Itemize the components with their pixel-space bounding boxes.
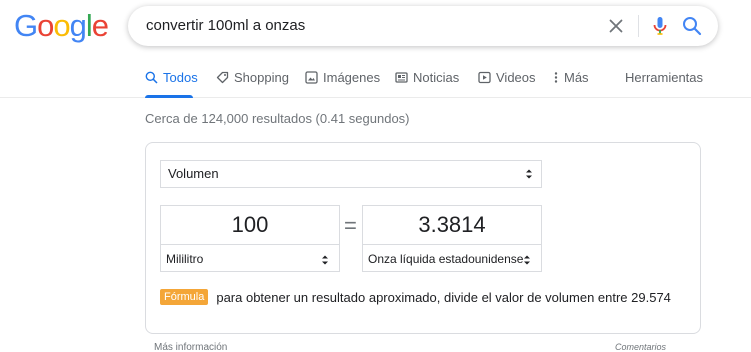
- unit-converter-card: Volumen 100 Mililitro = 3.3814 Onza líqu…: [145, 142, 701, 334]
- search-icon: [145, 71, 158, 84]
- tab-label: Todos: [163, 70, 198, 85]
- search-button[interactable]: [681, 15, 703, 37]
- search-tabs: Todos Shopping Imágenes Noticias Videos …: [0, 64, 751, 98]
- logo-letter: o: [37, 8, 54, 43]
- result-stats: Cerca de 124,000 resultados (0.41 segund…: [145, 111, 410, 126]
- search-icon: [683, 17, 702, 36]
- tab-label: Imágenes: [323, 70, 381, 85]
- tools-label: Herramientas: [625, 70, 704, 85]
- more-info-link[interactable]: Más información: [154, 342, 227, 352]
- from-unit-box: 100 Mililitro: [160, 205, 340, 272]
- news-icon: [395, 72, 408, 83]
- tab-imagenes[interactable]: Imágenes: [305, 70, 380, 85]
- to-unit-select[interactable]: Onza líquida estadounidense: [363, 244, 541, 273]
- tab-todos[interactable]: Todos: [145, 70, 198, 85]
- tab-label: Videos: [496, 70, 536, 85]
- logo-letter: o: [53, 8, 70, 43]
- search-input[interactable]: [146, 6, 586, 46]
- select-arrows-icon: [322, 255, 328, 265]
- tab-noticias[interactable]: Noticias: [395, 70, 459, 85]
- tab-shopping[interactable]: Shopping: [216, 70, 289, 85]
- tab-mas[interactable]: Más: [553, 70, 589, 85]
- tab-label: Más: [564, 70, 589, 85]
- logo-letter: G: [14, 8, 38, 43]
- close-icon: [609, 19, 623, 33]
- from-unit-label: Mililitro: [166, 252, 204, 266]
- equals-sign: =: [344, 213, 357, 238]
- clear-button[interactable]: [606, 16, 626, 36]
- tab-label: Noticias: [413, 70, 460, 85]
- formula-badge: Fórmula: [160, 289, 209, 305]
- search-divider: [638, 15, 639, 37]
- formula-text: para obtener un resultado aproximado, di…: [216, 289, 671, 305]
- to-unit-box: 3.3814 Onza líquida estadounidense: [362, 205, 542, 272]
- feedback-link[interactable]: Comentarios: [615, 342, 666, 352]
- to-unit-label: Onza líquida estadounidense: [368, 252, 524, 266]
- to-value-input[interactable]: 3.3814: [363, 206, 541, 244]
- tag-icon: [216, 71, 229, 84]
- image-icon: [305, 71, 318, 84]
- tools-button[interactable]: Herramientas: [625, 70, 703, 85]
- search-box[interactable]: [128, 6, 718, 46]
- more-vert-icon: [554, 72, 558, 83]
- from-unit-select[interactable]: Mililitro: [161, 244, 339, 273]
- category-select[interactable]: Volumen: [160, 160, 542, 188]
- select-arrows-icon: [526, 169, 532, 179]
- select-arrows-icon: [524, 255, 530, 265]
- logo-letter: e: [91, 8, 109, 43]
- active-tab-indicator: [145, 95, 193, 98]
- category-value: Volumen: [168, 166, 219, 181]
- mic-icon: [653, 17, 667, 35]
- from-value-input[interactable]: 100: [161, 206, 339, 244]
- logo-letter: g: [69, 8, 87, 43]
- tab-label: Shopping: [234, 70, 289, 85]
- voice-search-button[interactable]: [648, 14, 672, 38]
- tab-videos[interactable]: Videos: [478, 70, 536, 85]
- play-icon: [478, 71, 491, 84]
- formula-row: Fórmula para obtener un resultado aproxi…: [160, 289, 671, 305]
- google-logo[interactable]: Google: [14, 8, 109, 44]
